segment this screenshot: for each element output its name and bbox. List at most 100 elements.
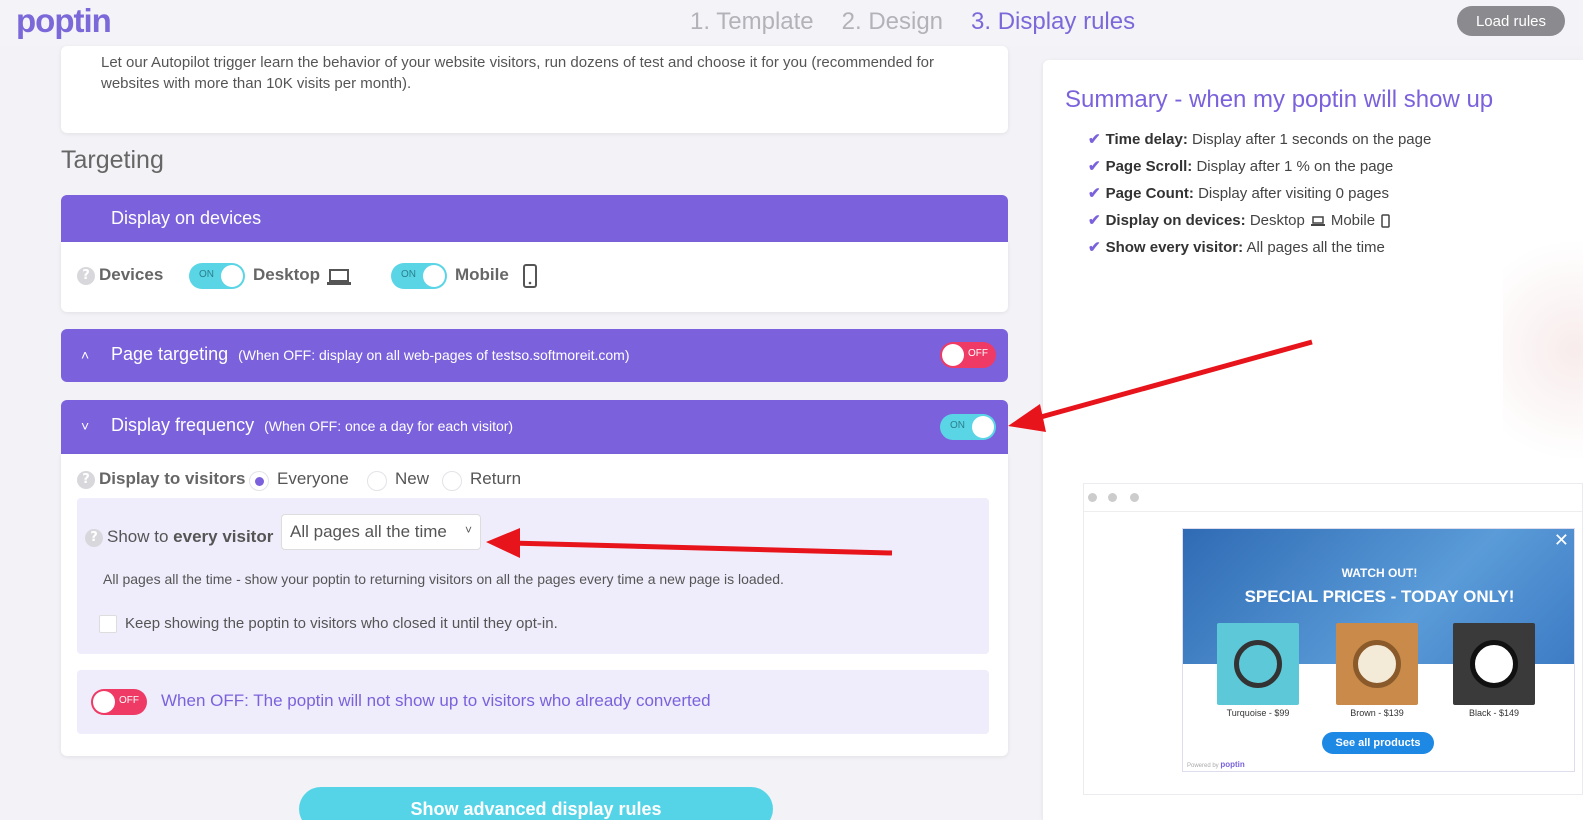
laptop-icon	[1310, 215, 1325, 226]
summary-item-value: Display after 1 % on the page	[1196, 158, 1394, 175]
poptin-logo[interactable]: poptin	[16, 2, 112, 40]
show-to-select[interactable]: All pages all the time ˅	[281, 514, 481, 550]
checkmark-icon: ✔	[1088, 131, 1101, 148]
step-design[interactable]: 2. Design	[842, 8, 943, 36]
show-to-prefix: Show to	[107, 527, 169, 546]
product-card: Turquoise - $99	[1217, 623, 1299, 718]
powered-by-label: Powered by poptin	[1187, 760, 1245, 769]
radio-return[interactable]	[442, 471, 462, 491]
mobile-phone-icon	[523, 264, 537, 288]
step-template[interactable]: 1. Template	[690, 8, 814, 36]
powered-prefix: Powered by	[1187, 763, 1219, 769]
page-targeting-toggle-state: OFF	[968, 348, 988, 359]
help-icon[interactable]: ?	[85, 529, 103, 547]
display-frequency-toggle[interactable]: ON	[940, 414, 996, 440]
watch-face-icon	[1470, 640, 1518, 688]
product-caption: Turquoise - $99	[1226, 708, 1290, 718]
window-dot-icon	[1130, 493, 1139, 502]
converted-visitors-text: When OFF: The poptin will not show up to…	[161, 691, 711, 710]
mobile-label: Mobile	[455, 265, 509, 284]
preview-window-bar	[1084, 484, 1582, 512]
summary-item-label: Page Count:	[1105, 185, 1194, 202]
converted-visitors-box: OFF When OFF: The poptin will not show u…	[77, 670, 989, 734]
close-icon[interactable]: ✕	[1554, 530, 1569, 551]
chevron-down-icon[interactable]: ˅	[81, 418, 89, 434]
keep-showing-checkbox[interactable]	[99, 615, 117, 633]
devices-panel-header: Display on devices	[61, 195, 1008, 242]
watch-face-icon	[1353, 640, 1401, 688]
help-icon[interactable]: ?	[77, 471, 95, 489]
load-rules-button[interactable]: Load rules	[1457, 6, 1565, 36]
summary-item-value: Display after 1 seconds on the page	[1192, 131, 1432, 148]
display-frequency-header[interactable]: ˅ Display frequency (When OFF: once a da…	[61, 400, 1008, 454]
see-all-products-button[interactable]: See all products	[1322, 732, 1434, 754]
summary-desktop-value: Desktop	[1249, 212, 1305, 229]
popup-preview-window: ✕ WATCH OUT! SPECIAL PRICES - TODAY ONLY…	[1083, 483, 1583, 795]
toggle-knob	[93, 691, 115, 713]
display-frequency-hint: (When OFF: once a day for each visitor)	[264, 418, 514, 434]
chevron-up-icon[interactable]: ˄	[81, 347, 89, 363]
show-advanced-display-rules-button[interactable]: Show advanced display rules	[299, 787, 773, 820]
summary-item: ✔ Page Count: Display after visiting 0 pa…	[1088, 180, 1431, 207]
devices-panel-body: ? Devices ON Desktop ON Mobile	[61, 242, 1008, 312]
toggle-knob	[221, 265, 243, 287]
summary-item-label: Page Scroll:	[1105, 158, 1193, 175]
step-display-rules[interactable]: 3. Display rules	[971, 8, 1135, 36]
popup-headline: SPECIAL PRICES - TODAY ONLY!	[1244, 587, 1515, 606]
keep-showing-label[interactable]: Keep showing the poptin to visitors who …	[125, 615, 558, 632]
display-frequency-body: ? Display to visitors Everyone New Retur…	[61, 454, 1008, 756]
summary-item-value: All pages all the time	[1246, 239, 1385, 256]
top-navigation-bar: poptin 1. Template 2. Design 3. Display …	[0, 0, 1583, 46]
show-to-description: All pages all the time - show your popti…	[103, 571, 784, 587]
autopilot-card: Let our Autopilot trigger learn the beha…	[61, 46, 1008, 133]
radio-everyone-label[interactable]: Everyone	[277, 469, 349, 489]
radio-new-label[interactable]: New	[395, 469, 429, 489]
page-targeting-hint: (When OFF: display on all web-pages of t…	[238, 347, 630, 363]
popup-watch-out: WATCH OUT!	[1341, 566, 1418, 580]
display-frequency-title: Display frequency (When OFF: once a day …	[111, 415, 513, 436]
display-to-visitors-label: Display to visitors	[99, 469, 246, 488]
checkmark-icon: ✔	[1088, 185, 1101, 202]
targeting-heading: Targeting	[61, 146, 164, 174]
window-dot-icon	[1108, 493, 1117, 502]
chevron-down-icon: ˅	[464, 523, 472, 537]
show-to-label: Show to every visitor	[107, 527, 273, 547]
summary-list: ✔ Time delay: Display after 1 seconds on …	[1088, 126, 1431, 261]
summary-mobile-value: Mobile	[1330, 212, 1376, 229]
page-targeting-toggle[interactable]: OFF	[940, 342, 996, 368]
converted-toggle-state: OFF	[119, 695, 139, 706]
converted-visitors-toggle[interactable]: OFF	[91, 689, 147, 715]
laptop-icon	[327, 269, 351, 285]
watch-image	[1336, 623, 1418, 705]
desktop-toggle[interactable]: ON	[189, 263, 245, 289]
page-targeting-title-text: Page targeting	[111, 344, 229, 364]
background-decoration	[1503, 210, 1583, 490]
radio-new[interactable]	[367, 471, 387, 491]
page-targeting-header[interactable]: ˄ Page targeting (When OFF: display on a…	[61, 329, 1008, 382]
display-frequency-toggle-state: ON	[950, 420, 965, 431]
checkmark-icon: ✔	[1088, 158, 1101, 175]
radio-return-label[interactable]: Return	[470, 469, 521, 489]
radio-everyone[interactable]	[249, 471, 269, 491]
show-to-select-value: All pages all the time	[290, 522, 447, 541]
window-dot-icon	[1088, 493, 1097, 502]
devices-label: Devices	[99, 265, 164, 284]
page-targeting-title: Page targeting (When OFF: display on all…	[111, 344, 629, 365]
help-icon[interactable]: ?	[77, 267, 95, 285]
toggle-knob	[942, 344, 964, 366]
annotation-arrow-head	[1008, 404, 1046, 432]
product-card: Brown - $139	[1336, 623, 1418, 718]
mobile-toggle[interactable]: ON	[391, 263, 447, 289]
desktop-toggle-state: ON	[199, 269, 214, 280]
summary-title: Summary - when my poptin will show up	[1065, 86, 1494, 113]
display-frequency-title-text: Display frequency	[111, 415, 255, 435]
product-card: Black - $149	[1453, 623, 1535, 718]
summary-item-label: Time delay:	[1105, 131, 1188, 148]
powered-brand: poptin	[1220, 760, 1245, 769]
show-to-settings-box: ? Show to every visitor All pages all th…	[77, 498, 989, 654]
autopilot-description: Let our Autopilot trigger learn the beha…	[101, 54, 934, 92]
toggle-knob	[972, 416, 994, 438]
watch-image	[1453, 623, 1535, 705]
product-caption: Black - $149	[1468, 708, 1520, 718]
summary-item: ✔ Page Scroll: Display after 1 % on the p…	[1088, 153, 1431, 180]
